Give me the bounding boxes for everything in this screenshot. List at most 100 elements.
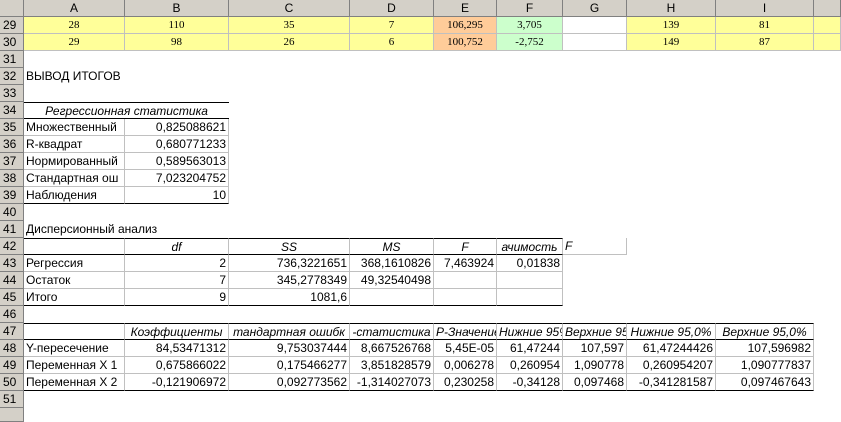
cell-b29[interactable]: 110 <box>125 17 229 34</box>
cell-c43[interactable]: 736,3221651 <box>229 255 350 272</box>
row-header-41[interactable]: 41 <box>0 221 24 238</box>
cell-d45[interactable] <box>350 289 434 306</box>
row-header-33[interactable]: 33 <box>0 85 24 102</box>
cell-f43[interactable]: 0,01838 <box>497 255 563 272</box>
cell-a49[interactable]: Переменная X 1 <box>24 357 125 374</box>
row-header-43[interactable]: 43 <box>0 255 24 272</box>
row-header-42[interactable]: 42 <box>0 238 24 255</box>
row-header-44[interactable]: 44 <box>0 272 24 289</box>
cell-e43[interactable]: 7,463924 <box>434 255 497 272</box>
cell-b37[interactable]: 0,589563013 <box>125 153 229 170</box>
upper950-header[interactable]: Верхние 95,0% <box>716 323 814 340</box>
anova-ss-header[interactable]: SS <box>229 238 350 255</box>
cell-b48[interactable]: 84,53471312 <box>125 340 229 357</box>
anova-df-header[interactable]: df <box>125 238 229 255</box>
row-header-30[interactable]: 30 <box>0 34 24 51</box>
cell-e48[interactable]: 5,45E-05 <box>434 340 497 357</box>
cell-h49[interactable]: 0,260954207 <box>627 357 716 374</box>
column-header-e[interactable]: E <box>434 0 497 17</box>
cell-g49[interactable]: 1,090778 <box>563 357 627 374</box>
row-header-46[interactable]: 46 <box>0 306 24 323</box>
anova-ms-header[interactable]: MS <box>350 238 434 255</box>
cell-a43[interactable]: Регрессия <box>24 255 125 272</box>
stderr-header[interactable]: тандартная ошибк <box>229 323 350 340</box>
row-header-51[interactable]: 51 <box>0 391 24 408</box>
lower950-header[interactable]: Нижние 95,0% <box>627 323 716 340</box>
cell-a47[interactable] <box>24 323 125 340</box>
row-header-29[interactable]: 29 <box>0 17 24 34</box>
cell-d43[interactable]: 368,1610826 <box>350 255 434 272</box>
row-header-40[interactable]: 40 <box>0 204 24 221</box>
cell-c30[interactable]: 26 <box>229 34 350 51</box>
column-header-i[interactable]: I <box>716 0 814 17</box>
cell-d49[interactable]: 3,851828579 <box>350 357 434 374</box>
lower95-header[interactable]: Нижние 95% <box>497 323 563 340</box>
cell-g29[interactable] <box>563 17 627 34</box>
cell-a42[interactable] <box>24 238 125 255</box>
cell-b36[interactable]: 0,680771233 <box>125 136 229 153</box>
row-header-39[interactable]: 39 <box>0 187 24 204</box>
cell-a45[interactable]: Итого <box>24 289 125 306</box>
cell-a36[interactable]: R-квадрат <box>24 136 125 153</box>
row-header-35[interactable]: 35 <box>0 119 24 136</box>
row-header-38[interactable]: 38 <box>0 170 24 187</box>
cell-j30[interactable] <box>814 34 841 51</box>
row-header-47[interactable]: 47 <box>0 323 24 340</box>
cell-f49[interactable]: 0,260954 <box>497 357 563 374</box>
summary-title[interactable]: ВЫВОД ИТОГОВ <box>24 68 125 85</box>
cell-a30[interactable]: 29 <box>24 34 125 51</box>
column-header-a[interactable]: A <box>24 0 125 17</box>
cell-a35[interactable]: Множественный <box>24 119 125 136</box>
cell-d44[interactable]: 49,32540498 <box>350 272 434 289</box>
row-header-36[interactable]: 36 <box>0 136 24 153</box>
cell-b30[interactable]: 98 <box>125 34 229 51</box>
cell-c50[interactable]: 0,092773562 <box>229 374 350 391</box>
cell-f45[interactable] <box>497 289 563 306</box>
coef-header[interactable]: Коэффициенты <box>125 323 229 340</box>
column-header-h[interactable]: H <box>627 0 716 17</box>
cell-b35[interactable]: 0,825088621 <box>125 119 229 136</box>
cell-i30[interactable]: 87 <box>716 34 814 51</box>
select-all-corner[interactable] <box>0 0 24 17</box>
cell-f50[interactable]: -0,34128 <box>497 374 563 391</box>
cell-f29[interactable]: 3,705 <box>497 17 563 34</box>
cell-h29[interactable]: 139 <box>627 17 716 34</box>
row-header-45[interactable]: 45 <box>0 289 24 306</box>
cell-d30[interactable]: 6 <box>350 34 434 51</box>
cell-e50[interactable]: 0,230258 <box>434 374 497 391</box>
cell-d48[interactable]: 8,667526768 <box>350 340 434 357</box>
column-header-d[interactable]: D <box>350 0 434 17</box>
row-header-34[interactable]: 34 <box>0 102 24 119</box>
cell-f30[interactable]: -2,752 <box>497 34 563 51</box>
column-header-f[interactable]: F <box>497 0 563 17</box>
cell-g50[interactable]: 0,097468 <box>563 374 627 391</box>
cell-i29[interactable]: 81 <box>716 17 814 34</box>
cell-a39[interactable]: Наблюдения <box>24 187 125 204</box>
row-header-52[interactable] <box>0 408 24 422</box>
regression-stats-header[interactable]: Регрессионная статистика <box>24 102 229 119</box>
column-header-b[interactable]: B <box>125 0 229 17</box>
pvalue-header[interactable]: Р-Значение <box>434 323 497 340</box>
cell-j29[interactable] <box>814 17 841 34</box>
row-header-49[interactable]: 49 <box>0 357 24 374</box>
cell-i50[interactable]: 0,097467643 <box>716 374 814 391</box>
cell-b50[interactable]: -0,121906972 <box>125 374 229 391</box>
cell-a50[interactable]: Переменная X 2 <box>24 374 125 391</box>
anova-title[interactable]: Дисперсионный анализ <box>24 221 157 238</box>
column-header-c[interactable]: C <box>229 0 350 17</box>
column-header-j[interactable] <box>814 0 841 17</box>
cell-b44[interactable]: 7 <box>125 272 229 289</box>
anova-f-header[interactable]: F <box>434 238 497 255</box>
cell-f44[interactable] <box>497 272 563 289</box>
cell-a44[interactable]: Остаток <box>24 272 125 289</box>
cell-c29[interactable]: 35 <box>229 17 350 34</box>
cell-e49[interactable]: 0,006278 <box>434 357 497 374</box>
cell-c49[interactable]: 0,175466277 <box>229 357 350 374</box>
row-header-48[interactable]: 48 <box>0 340 24 357</box>
upper95-header[interactable]: Верхние 95% <box>563 323 627 340</box>
anova-significance-header[interactable]: ачимость <box>497 238 563 255</box>
cell-d29[interactable]: 7 <box>350 17 434 34</box>
cell-e44[interactable] <box>434 272 497 289</box>
cell-b49[interactable]: 0,675866022 <box>125 357 229 374</box>
cell-i48[interactable]: 107,596982 <box>716 340 814 357</box>
